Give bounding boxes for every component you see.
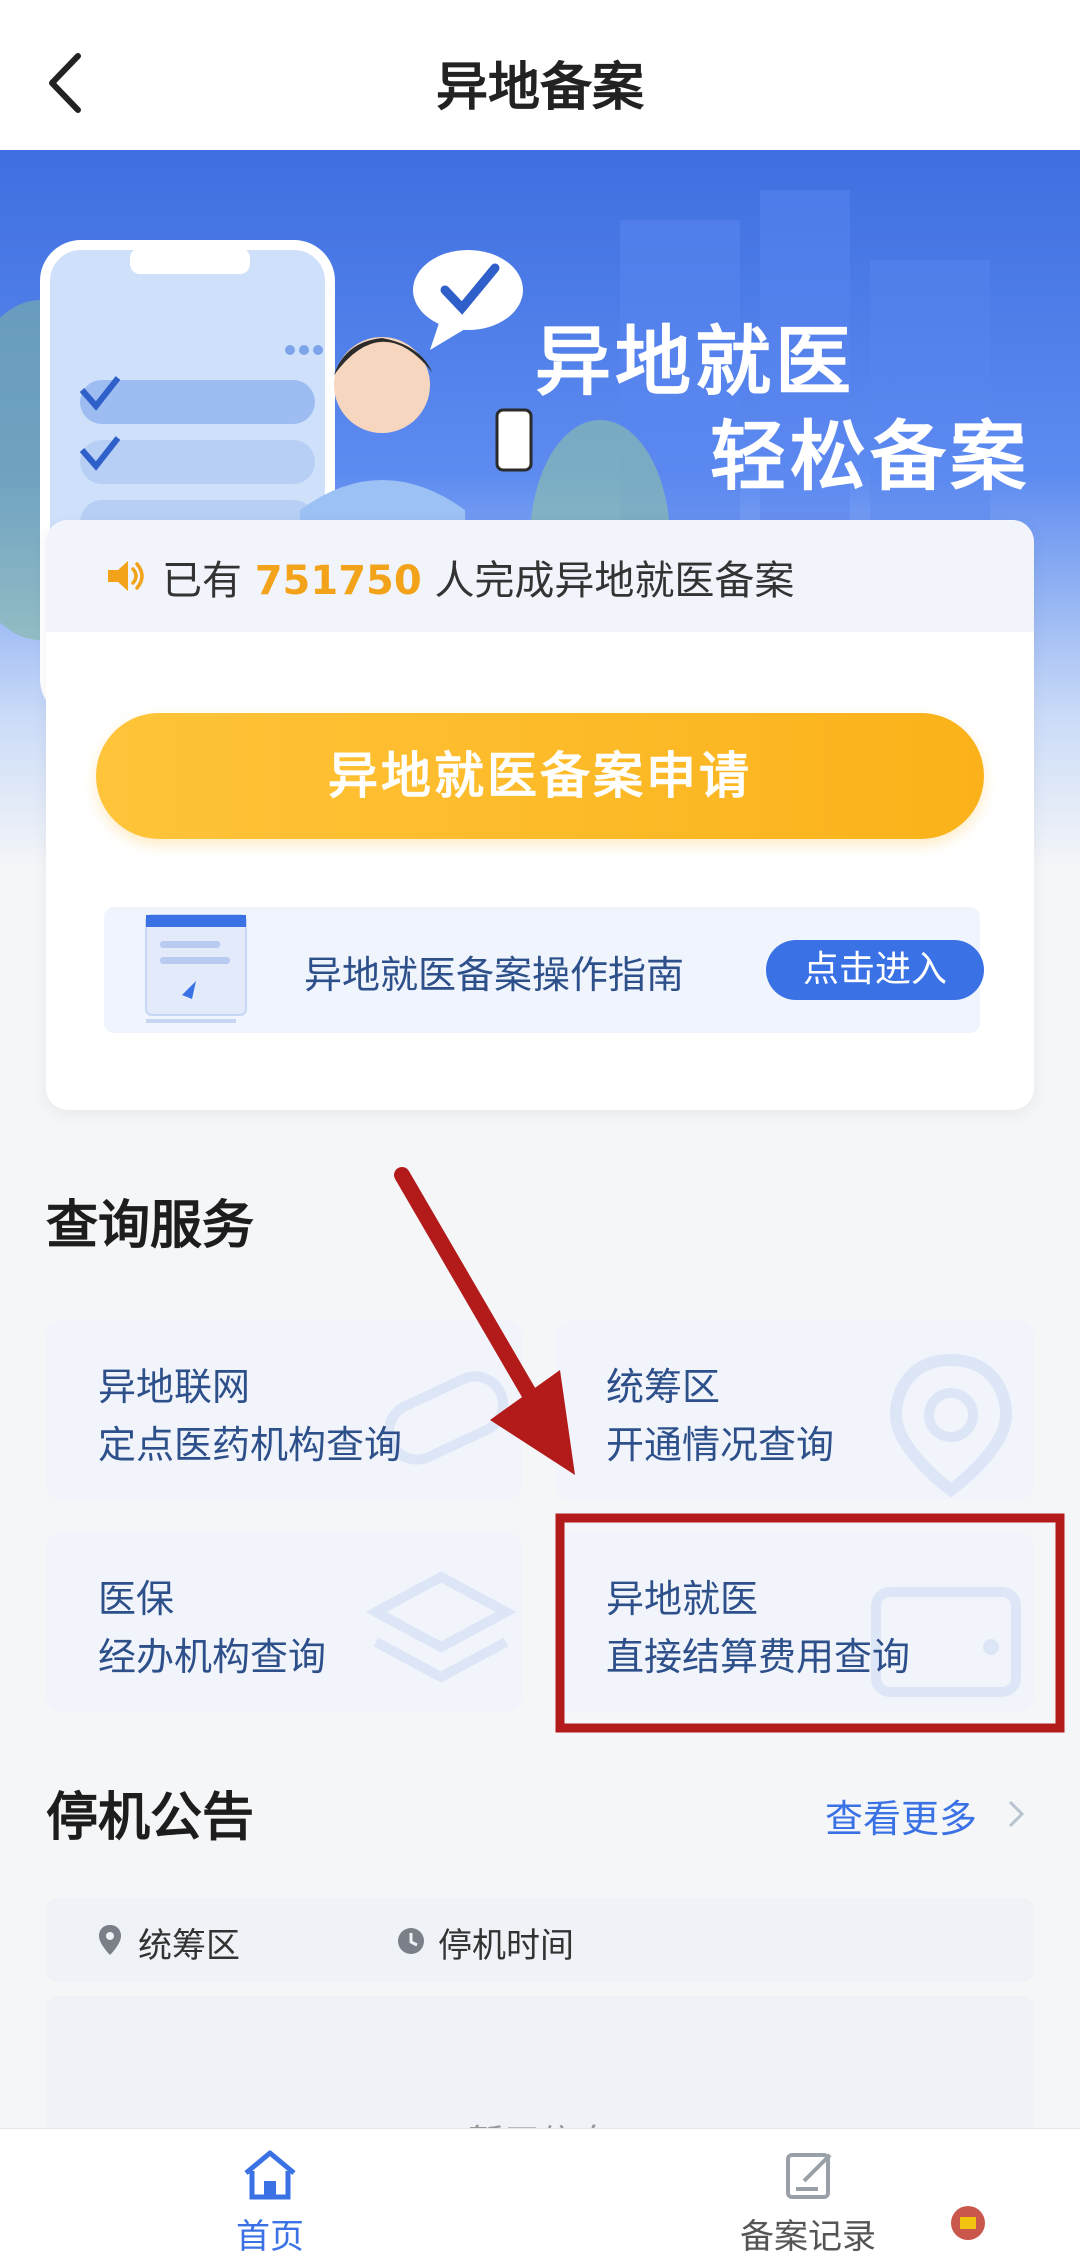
tile-line2: 定点医药机构查询 bbox=[98, 1423, 403, 1467]
tile-settlement-query[interactable]: 异地就医 直接结算费用查询 bbox=[556, 1532, 1034, 1712]
tab-records[interactable]: 备案记录 bbox=[730, 2129, 890, 2260]
layers-icon bbox=[366, 1571, 516, 1683]
view-more-link[interactable]: 查看更多 bbox=[825, 1788, 977, 1843]
enter-button[interactable]: 点击进入 bbox=[766, 940, 984, 1000]
document-icon bbox=[145, 914, 247, 1023]
notice-bar: 已有 751750 人完成异地就医备案 bbox=[46, 520, 1034, 632]
tab-home-label: 首页 bbox=[236, 2217, 304, 2257]
tile-line1: 医保 bbox=[98, 1577, 175, 1621]
notice-text: 已有 751750 人完成异地就医备案 bbox=[162, 548, 794, 606]
announcement-table-header: 统筹区 停机时间 bbox=[46, 1898, 1034, 1982]
tab-records-label: 备案记录 bbox=[740, 2217, 876, 2257]
section-title-announcement: 停机公告 bbox=[46, 1788, 255, 1848]
tab-home[interactable]: 首页 bbox=[200, 2129, 340, 2260]
column-downtime: 停机时间 bbox=[438, 1926, 574, 1966]
tile-line2: 开通情况查询 bbox=[606, 1423, 835, 1467]
tile-line2: 直接结算费用查询 bbox=[606, 1635, 911, 1679]
location-pin-icon bbox=[889, 1353, 1013, 1498]
location-icon bbox=[99, 1925, 121, 1955]
nav-bar: 异地备案 bbox=[0, 0, 1080, 150]
clock-icon bbox=[398, 1928, 424, 1954]
section-title-query: 查询服务 bbox=[46, 1196, 255, 1256]
notice-count: 751750 bbox=[254, 558, 422, 604]
edit-document-icon bbox=[786, 2153, 832, 2199]
tile-agency[interactable]: 医保 经办机构查询 bbox=[46, 1532, 522, 1712]
banner-slogan-line1: 异地就医 bbox=[535, 317, 855, 406]
tile-line1: 统筹区 bbox=[606, 1365, 721, 1409]
tile-line1: 异地就医 bbox=[606, 1577, 759, 1621]
announcement-table-body: 暂无信息 bbox=[46, 1996, 1034, 2136]
apply-button[interactable]: 异地就医备案申请 bbox=[96, 713, 984, 839]
notice-prefix: 已有 bbox=[162, 558, 242, 604]
guide-label: 异地就医备案操作指南 bbox=[304, 953, 685, 997]
tab-bar: 首页 备案记录 bbox=[0, 2128, 1080, 2260]
page-title: 异地备案 bbox=[435, 58, 644, 118]
tile-line2: 经办机构查询 bbox=[98, 1635, 327, 1679]
column-region: 统筹区 bbox=[138, 1926, 240, 1966]
banner-slogan-line2: 轻松备案 bbox=[710, 412, 1030, 501]
speaker-icon bbox=[108, 561, 144, 591]
tile-network-institution[interactable]: 异地联网 定点医药机构查询 bbox=[46, 1320, 522, 1500]
chevron-right-icon[interactable] bbox=[1006, 1796, 1026, 1832]
tile-region-status[interactable]: 统筹区 开通情况查询 bbox=[556, 1320, 1034, 1500]
main-card: 已有 751750 人完成异地就医备案 异地就医备案申请 异地就医备案操作指南 … bbox=[46, 520, 1034, 1110]
tile-line1: 异地联网 bbox=[98, 1365, 251, 1409]
home-icon bbox=[244, 2150, 296, 2200]
watermark-logo-icon bbox=[951, 2206, 985, 2240]
notice-suffix: 人完成异地就医备案 bbox=[434, 558, 795, 604]
guide-banner[interactable]: 异地就医备案操作指南 点击进入 bbox=[104, 907, 984, 1033]
